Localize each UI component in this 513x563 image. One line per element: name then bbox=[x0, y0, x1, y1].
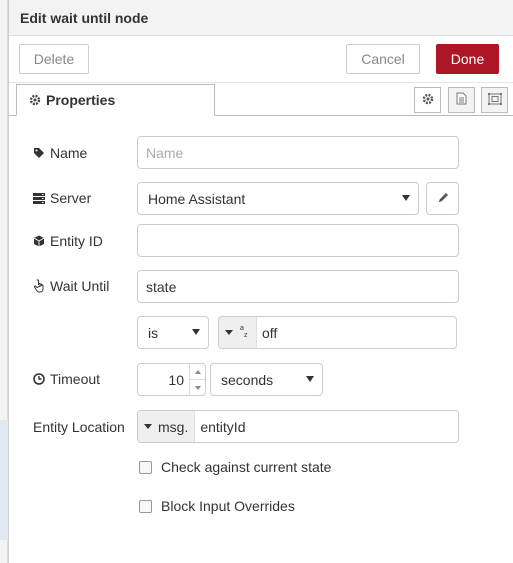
document-icon bbox=[456, 92, 467, 108]
workspace-selection-hint bbox=[0, 420, 8, 540]
check-current-state-checkbox[interactable]: Check against current state bbox=[139, 459, 331, 475]
arrow-up-icon bbox=[194, 369, 201, 374]
checkbox-box[interactable] bbox=[139, 460, 152, 474]
pencil-icon bbox=[437, 191, 449, 207]
tab-properties-label: Properties bbox=[46, 92, 116, 108]
appearance-tab-button[interactable] bbox=[481, 87, 508, 113]
comparator-select[interactable]: is bbox=[137, 316, 209, 349]
tray-header: Edit wait until node bbox=[9, 0, 513, 36]
tray-title: Edit wait until node bbox=[20, 9, 149, 26]
name-label: Name bbox=[33, 143, 87, 163]
hand-pointer-icon bbox=[33, 279, 45, 293]
delete-button[interactable]: Delete bbox=[19, 44, 89, 74]
server-label: Server bbox=[33, 188, 91, 208]
tab-bar: Properties bbox=[9, 84, 513, 116]
gear-icon bbox=[422, 92, 434, 108]
svg-text:z: z bbox=[244, 332, 248, 338]
tag-icon bbox=[33, 147, 45, 159]
wait-until-property-input[interactable] bbox=[137, 270, 459, 303]
edit-server-button[interactable] bbox=[426, 182, 459, 215]
timeout-spinner[interactable]: 10 bbox=[137, 363, 206, 396]
checkbox-box[interactable] bbox=[139, 499, 152, 513]
chevron-down-icon bbox=[192, 329, 200, 335]
wait-until-label: Wait Until bbox=[33, 276, 109, 296]
timeout-label: Timeout bbox=[33, 369, 100, 389]
arrow-down-icon bbox=[194, 385, 201, 390]
entity-id-input[interactable] bbox=[137, 224, 459, 257]
chevron-down-icon bbox=[402, 195, 410, 201]
gear-icon bbox=[29, 94, 41, 106]
settings-tab-icon-button[interactable] bbox=[414, 87, 441, 113]
edit-node-tray: Edit wait until node Delete Cancel Done … bbox=[8, 0, 513, 563]
chevron-down-icon bbox=[306, 376, 314, 382]
description-tab-button[interactable] bbox=[448, 87, 475, 113]
done-button[interactable]: Done bbox=[436, 44, 499, 74]
server-icon bbox=[33, 192, 45, 204]
increment-button[interactable] bbox=[190, 364, 205, 379]
tab-properties[interactable]: Properties bbox=[16, 84, 215, 116]
cube-icon bbox=[33, 235, 45, 247]
clock-icon bbox=[33, 373, 45, 385]
decrement-button[interactable] bbox=[190, 379, 205, 395]
block-input-overrides-checkbox[interactable]: Block Input Overrides bbox=[139, 498, 295, 514]
entity-id-label: Entity ID bbox=[33, 231, 103, 251]
string-type-icon: az bbox=[239, 324, 250, 341]
cancel-button[interactable]: Cancel bbox=[346, 44, 420, 74]
svg-text:a: a bbox=[240, 325, 244, 332]
entity-location-value: entityId bbox=[200, 418, 246, 435]
appearance-icon bbox=[487, 92, 502, 108]
caret-down-icon bbox=[144, 424, 152, 429]
entity-location-typed-input[interactable]: msg. entityId bbox=[137, 410, 459, 443]
left-workspace-strip bbox=[0, 0, 8, 563]
name-input[interactable] bbox=[137, 136, 459, 169]
server-select[interactable]: Home Assistant bbox=[137, 182, 419, 215]
location-type-selector[interactable]: msg. bbox=[138, 411, 196, 442]
entity-location-label: Entity Location bbox=[33, 419, 125, 435]
compare-value-text: off bbox=[262, 324, 278, 341]
caret-down-icon bbox=[225, 330, 233, 335]
timeout-unit-select[interactable]: seconds bbox=[210, 363, 323, 396]
compare-value-typed-input[interactable]: az off bbox=[218, 316, 457, 349]
tray-toolbar: Delete Cancel Done bbox=[9, 36, 513, 83]
value-type-selector[interactable]: az bbox=[219, 317, 257, 348]
